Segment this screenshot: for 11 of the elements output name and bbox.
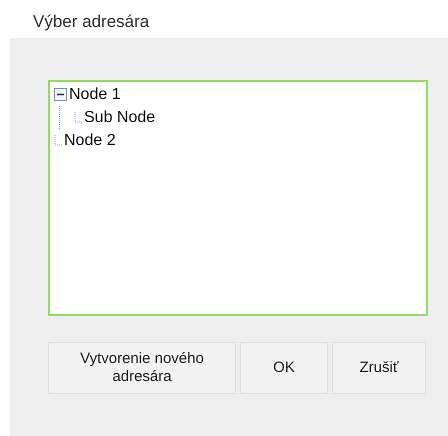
tree-node[interactable]: Sub Node	[84, 108, 156, 126]
folder-tree[interactable]: Node 1 Sub Node Node 2	[48, 80, 428, 316]
cancel-button[interactable]: Zrušiť	[332, 342, 426, 394]
ok-button[interactable]: OK	[240, 342, 328, 394]
new-folder-button[interactable]: Vytvorenie nového adresára	[48, 342, 236, 394]
tree-node[interactable]: Node 1	[69, 86, 121, 104]
collapse-icon[interactable]	[54, 88, 67, 101]
dialog-title: Výber adresára	[32, 11, 150, 33]
tree-line-icon	[54, 134, 63, 146]
tree-line-icon	[74, 112, 83, 124]
tree-node[interactable]: Node 2	[64, 132, 116, 150]
